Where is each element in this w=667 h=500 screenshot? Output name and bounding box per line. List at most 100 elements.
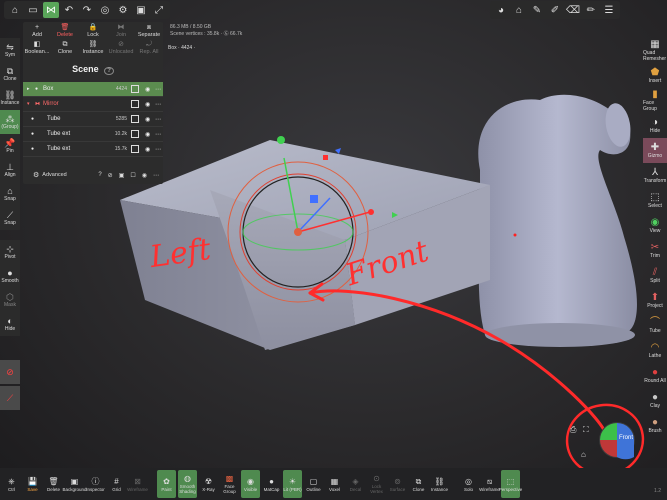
- image-icon[interactable]: ▣: [133, 2, 149, 18]
- pen-icon[interactable]: ✎: [529, 2, 545, 18]
- bottom-surface[interactable]: ⊚ Surface: [388, 470, 407, 498]
- bottom-visible[interactable]: ◉ Visible: [241, 470, 260, 498]
- brush-alt-icon[interactable]: ✏: [583, 2, 599, 18]
- delete-button[interactable]: 🗑 Delete: [51, 22, 79, 39]
- help-icon[interactable]: ?: [104, 67, 114, 75]
- bottom-matcap[interactable]: ● MatCap: [262, 470, 281, 498]
- tool-sym[interactable]: ⇋ Sym: [0, 38, 20, 62]
- scene-row-box[interactable]: ▸ ● Box 4424 ◉ ⋯: [23, 82, 163, 97]
- tool-split[interactable]: ⫽ Split: [643, 263, 667, 288]
- visibility-checkbox[interactable]: [131, 130, 139, 138]
- color-slot-1[interactable]: ⊘: [0, 360, 20, 384]
- bottom-solo[interactable]: ◎ Solo: [459, 470, 478, 498]
- globe-icon[interactable]: ◎: [97, 2, 113, 18]
- separate-button[interactable]: ⧈ Separate: [135, 22, 163, 39]
- tool-insert[interactable]: ⬟ Insert: [643, 63, 667, 88]
- avatar-icon[interactable]: ◕: [493, 2, 509, 18]
- tool-lathe[interactable]: ◠ Lathe: [643, 338, 667, 363]
- bottom-ctrl[interactable]: ⎈ Ctrl: [2, 470, 21, 498]
- bottom-wireframe[interactable]: ⧅ Wireframe: [479, 470, 500, 498]
- advanced-button[interactable]: Advanced: [42, 172, 66, 178]
- breadcrumb-object[interactable]: Box: [168, 45, 177, 51]
- unlocated-button[interactable]: ⊘ Unlocated: [107, 39, 135, 56]
- visibility-checkbox[interactable]: [131, 100, 139, 108]
- menu-icon[interactable]: ☰: [601, 2, 617, 18]
- tool-view[interactable]: ◉ View: [643, 213, 667, 238]
- checkbox-icon[interactable]: ☐: [130, 172, 135, 179]
- tool-round-all[interactable]: ● Round All: [643, 363, 667, 388]
- expand-icon[interactable]: ⤢: [151, 2, 167, 18]
- paint-icon[interactable]: ⌂: [511, 2, 527, 18]
- eye-icon[interactable]: ◉: [145, 131, 155, 138]
- bottom-grid[interactable]: # Grid: [107, 470, 126, 498]
- lock-view-icon[interactable]: ⎙: [570, 425, 577, 434]
- tool-snap[interactable]: ⌂ Snap: [0, 182, 20, 206]
- tool-trim[interactable]: ✂ Trim: [643, 238, 667, 263]
- eye-icon[interactable]: ◉: [145, 101, 155, 108]
- bottom-save[interactable]: 💾 Save: [23, 470, 42, 498]
- gear-icon[interactable]: ⚙: [115, 2, 131, 18]
- tool-group[interactable]: ⁂ (Group): [0, 110, 20, 134]
- rep-all-button[interactable]: ⤾ Rep. All: [135, 39, 163, 56]
- more-icon[interactable]: ⋯: [155, 131, 163, 138]
- scene-row-tube[interactable]: ● Tube 5285 ◉ ⋯: [23, 112, 163, 127]
- brush-icon[interactable]: ✐: [547, 2, 563, 18]
- tool-instance[interactable]: ⛓ Instance: [0, 86, 20, 110]
- lock-button[interactable]: 🔒 Lock: [79, 22, 107, 39]
- bottom-clone[interactable]: ⧉ Clone: [409, 470, 428, 498]
- bottom-lit-pbr[interactable]: ☀ Lit (PBR): [283, 470, 302, 498]
- tube-mesh[interactable]: [478, 94, 637, 347]
- bottom-instance[interactable]: ⛓ Instance: [430, 470, 449, 498]
- more-icon[interactable]: ⋯: [155, 116, 163, 123]
- visibility-checkbox[interactable]: [131, 115, 139, 123]
- home-icon[interactable]: ⌂: [7, 2, 23, 18]
- bottom-background[interactable]: ▣ Background: [62, 470, 86, 498]
- more-icon[interactable]: ⋯: [153, 172, 159, 179]
- bottom-inspector[interactable]: ⓘ Inspector: [86, 470, 105, 498]
- bottom-delete[interactable]: 🗑 Delete: [44, 470, 63, 498]
- frame-icon[interactable]: ⛶: [582, 425, 589, 434]
- tool-select[interactable]: ⬚ Select: [643, 188, 667, 213]
- tool-smooth[interactable]: ● Smooth: [0, 264, 20, 288]
- scene-row-tube-ext-2[interactable]: ● Tube ext 15.7k ◉ ⋯: [23, 142, 163, 157]
- visibility-checkbox[interactable]: [131, 85, 139, 93]
- tool-pivot[interactable]: ⊹ Pivot: [0, 240, 20, 264]
- bottom-outline[interactable]: ▢ Outline: [304, 470, 323, 498]
- folder-icon[interactable]: ▭: [25, 2, 41, 18]
- filter-icon[interactable]: ⊘: [108, 172, 113, 179]
- tool-tube[interactable]: ⌒ Tube: [643, 313, 667, 338]
- tool-brush[interactable]: ● Brush: [643, 413, 667, 438]
- tool-gizmo[interactable]: ✚ Gizmo: [643, 138, 667, 163]
- help-icon[interactable]: ?: [98, 172, 101, 179]
- clone-button[interactable]: ⧉ Clone: [51, 39, 79, 56]
- more-icon[interactable]: ⋯: [155, 86, 163, 93]
- tool-quad-remesher[interactable]: ▦ Quad Remesher: [643, 38, 667, 63]
- scene-row-tube-ext-1[interactable]: ● Tube ext 10.2k ◉ ⋯: [23, 127, 163, 142]
- tool-hide-right[interactable]: ◑ Hide: [643, 113, 667, 138]
- tool-project[interactable]: ⬆ Project: [643, 288, 667, 313]
- eye-icon[interactable]: ◉: [145, 86, 155, 93]
- bottom-lock-vertex[interactable]: ⊙ Lock Vertex: [367, 470, 386, 498]
- bottom-voxel[interactable]: ▦ Voxel: [325, 470, 344, 498]
- eye-icon[interactable]: ◉: [142, 172, 147, 179]
- tool-snap-angle[interactable]: ⟋ Snap: [0, 206, 20, 230]
- image-icon[interactable]: ▣: [119, 172, 125, 179]
- bottom-paint[interactable]: ✿ Paint: [157, 470, 176, 498]
- redo-icon[interactable]: ↷: [79, 2, 95, 18]
- tool-transform[interactable]: ⅄ Transform: [643, 163, 667, 188]
- more-icon[interactable]: ⋯: [155, 146, 163, 153]
- tool-clone[interactable]: ⧉ Clone: [0, 62, 20, 86]
- eye-icon[interactable]: ◉: [145, 116, 155, 123]
- bottom-decal[interactable]: ◈ Decal: [346, 470, 365, 498]
- undo-icon[interactable]: ↶: [61, 2, 77, 18]
- instance-button[interactable]: ⛓ Instance: [79, 39, 107, 56]
- tool-pin[interactable]: 📌 Pin: [0, 134, 20, 158]
- bottom-xray[interactable]: ☢ X-Ray: [199, 470, 218, 498]
- tool-align[interactable]: ⊥ Align: [0, 158, 20, 182]
- add-button[interactable]: + Add: [23, 22, 51, 39]
- bottom-wireframe-off[interactable]: ⊠ Wireframe: [127, 470, 148, 498]
- bottom-perspective[interactable]: ⬚ Perspective: [499, 470, 522, 498]
- gear-icon[interactable]: ⚙: [33, 171, 39, 179]
- boolean-button[interactable]: ◧ Boolean...: [23, 39, 51, 56]
- tool-hide[interactable]: ◐ Hide: [0, 312, 20, 336]
